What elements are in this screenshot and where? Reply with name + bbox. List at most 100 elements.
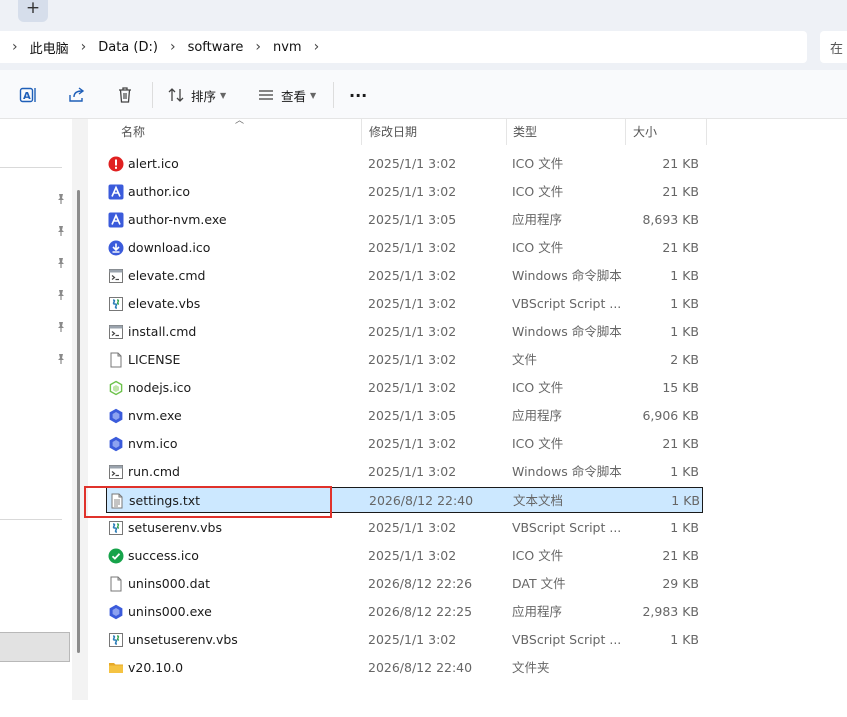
file-row[interactable]: author.ico 2025/1/1 3:02 ICO 文件 21 KB [106,179,703,205]
file-row[interactable]: unsetuserenv.vbs 2025/1/1 3:02 VBScript Sc… [106,627,703,653]
file-type: ICO 文件 [512,240,564,255]
file-date: 2026/8/12 22:26 [368,576,473,591]
nav-scrollbar[interactable] [77,190,80,653]
share-button[interactable] [67,83,87,107]
file-date: 2025/1/1 3:05 [368,212,457,227]
chevron-right-icon[interactable]: › [255,39,261,55]
file-name: nvm.ico [128,436,178,451]
pin-icon[interactable] [56,225,66,237]
pin-icon[interactable] [56,289,66,301]
file-row[interactable]: success.ico 2025/1/1 3:02 ICO 文件 21 KB [106,543,703,569]
cmd-file-icon [108,268,124,284]
file-row[interactable]: setuserenv.vbs 2025/1/1 3:02 VBScript Scri… [106,515,703,541]
breadcrumb-nvm[interactable]: nvm [273,40,302,55]
rename-button[interactable]: A [18,83,38,107]
breadcrumb-data-drive[interactable]: Data (D:) [98,40,158,55]
download-icon [108,240,124,256]
search-input[interactable]: 在 [820,31,847,63]
file-row[interactable]: alert.ico 2025/1/1 3:02 ICO 文件 21 KB [106,151,703,177]
view-label: 查看 [281,88,307,104]
chevron-right-icon[interactable]: › [314,39,320,55]
file-size: 21 KB [662,436,699,451]
file-name: success.ico [128,548,199,563]
file-date: 2025/1/1 3:02 [368,464,457,479]
view-list-icon [256,85,276,105]
column-type[interactable]: 类型 [513,119,537,145]
sort-button[interactable]: 排序 ▼ [166,83,226,107]
sort-ascending-icon: ︿ [235,116,245,126]
column-header: ︿ 名称 修改日期 类型 大小 [88,116,847,145]
file-name: run.cmd [128,464,180,479]
file-size: 1 KB [671,493,700,508]
rename-icon: A [18,85,38,105]
nav-selected-item[interactable] [0,632,70,662]
pin-icon[interactable] [56,257,66,269]
text-file-icon [109,493,125,509]
column-divider[interactable] [361,119,362,145]
pin-icon[interactable] [56,353,66,365]
file-row[interactable]: elevate.cmd 2025/1/1 3:02 Windows 命令脚本 1 KB [106,263,703,289]
file-type: Windows 命令脚本 [512,268,622,283]
new-tab-button[interactable]: + [18,0,48,22]
file-size: 1 KB [670,268,699,283]
column-date[interactable]: 修改日期 [369,119,417,145]
file-name: unsetuserenv.vbs [128,632,238,647]
tab-strip: + [0,0,847,24]
file-row-selected[interactable]: settings.txt 2026/8/12 22:40 文本文档 1 KB [106,487,703,513]
file-size: 2 KB [670,352,699,367]
vbs-file-icon [108,632,124,648]
command-toolbar: A 排序 ▼ 查看 ▼ ... [0,70,847,119]
nvm-icon [108,436,124,452]
file-date: 2026/8/12 22:40 [369,493,474,508]
file-date: 2025/1/1 3:05 [368,408,457,423]
file-name: download.ico [128,240,211,255]
pin-icon[interactable] [56,321,66,333]
folder-icon [108,660,124,676]
file-name: alert.ico [128,156,179,171]
view-button[interactable]: 查看 ▼ [256,83,316,107]
column-name[interactable]: 名称 [121,119,145,145]
file-row[interactable]: v20.10.0 2026/8/12 22:40 文件夹 [106,655,703,681]
toolbar-divider [333,82,334,108]
file-type: VBScript Script ... [512,296,622,311]
file-row[interactable]: author-nvm.exe 2025/1/1 3:05 应用程序 8,693 KB [106,207,703,233]
column-divider[interactable] [706,119,707,145]
column-divider[interactable] [506,119,507,145]
file-row[interactable]: nvm.ico 2025/1/1 3:02 ICO 文件 21 KB [106,431,703,457]
chevron-down-icon: ▼ [310,90,317,100]
file-name: author-nvm.exe [128,212,227,227]
file-date: 2025/1/1 3:02 [368,520,457,535]
alert-icon [108,156,124,172]
chevron-right-icon[interactable]: › [12,39,18,55]
file-size: 2,983 KB [642,604,699,619]
file-type: ICO 文件 [512,380,564,395]
file-row[interactable]: LICENSE 2025/1/1 3:02 文件 2 KB [106,347,703,373]
chevron-right-icon[interactable]: › [81,39,87,55]
file-date: 2026/8/12 22:25 [368,604,473,619]
file-row[interactable]: nodejs.ico 2025/1/1 3:02 ICO 文件 15 KB [106,375,703,401]
file-row[interactable]: unins000.dat 2026/8/12 22:26 DAT 文件 29 KB [106,571,703,597]
file-type: ICO 文件 [512,184,564,199]
file-size: 6,906 KB [642,408,699,423]
address-bar[interactable]: › 此电脑 › Data (D:) › software › nvm › [0,31,807,63]
file-row[interactable]: run.cmd 2025/1/1 3:02 Windows 命令脚本 1 KB [106,459,703,485]
file-row[interactable]: unins000.exe 2026/8/12 22:25 应用程序 2,983 KB [106,599,703,625]
file-row[interactable]: install.cmd 2025/1/1 3:02 Windows 命令脚本 1 KB [106,319,703,345]
chevron-right-icon[interactable]: › [170,39,176,55]
delete-button[interactable] [115,83,135,107]
breadcrumb-software[interactable]: software [188,40,244,55]
navigation-pane [0,119,72,700]
breadcrumb-this-pc[interactable]: 此电脑 [30,38,69,57]
file-row[interactable]: download.ico 2025/1/1 3:02 ICO 文件 21 KB [106,235,703,261]
column-divider[interactable] [625,119,626,145]
more-options-button[interactable]: ... [349,79,367,103]
nav-divider [0,167,62,168]
column-size[interactable]: 大小 [633,119,657,145]
vbs-file-icon [108,296,124,312]
file-row[interactable]: nvm.exe 2025/1/1 3:05 应用程序 6,906 KB [106,403,703,429]
pin-icon[interactable] [56,193,66,205]
file-date: 2026/8/12 22:40 [368,660,473,675]
file-row[interactable]: elevate.vbs 2025/1/1 3:02 VBScript Script … [106,291,703,317]
author-icon [108,184,124,200]
pane-splitter[interactable] [72,119,88,700]
